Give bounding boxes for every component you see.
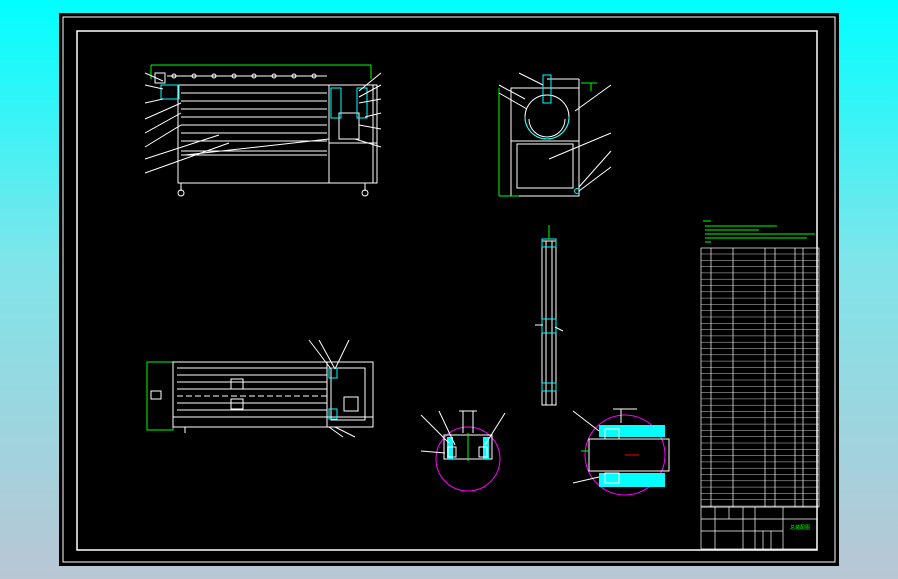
detail-view-a <box>420 410 506 492</box>
side-view <box>498 72 612 197</box>
parts-list-rows <box>701 253 819 507</box>
drawing-title-text: 总装配图 <box>790 524 810 531</box>
detail-view-b <box>572 408 670 496</box>
shaft-detail <box>535 225 564 406</box>
technical-notes <box>703 220 815 243</box>
front-view <box>144 64 382 197</box>
cad-drawing: 总装配图 <box>62 16 836 563</box>
drawing-sheet: 总装配图 <box>59 13 839 566</box>
top-view <box>146 339 374 438</box>
